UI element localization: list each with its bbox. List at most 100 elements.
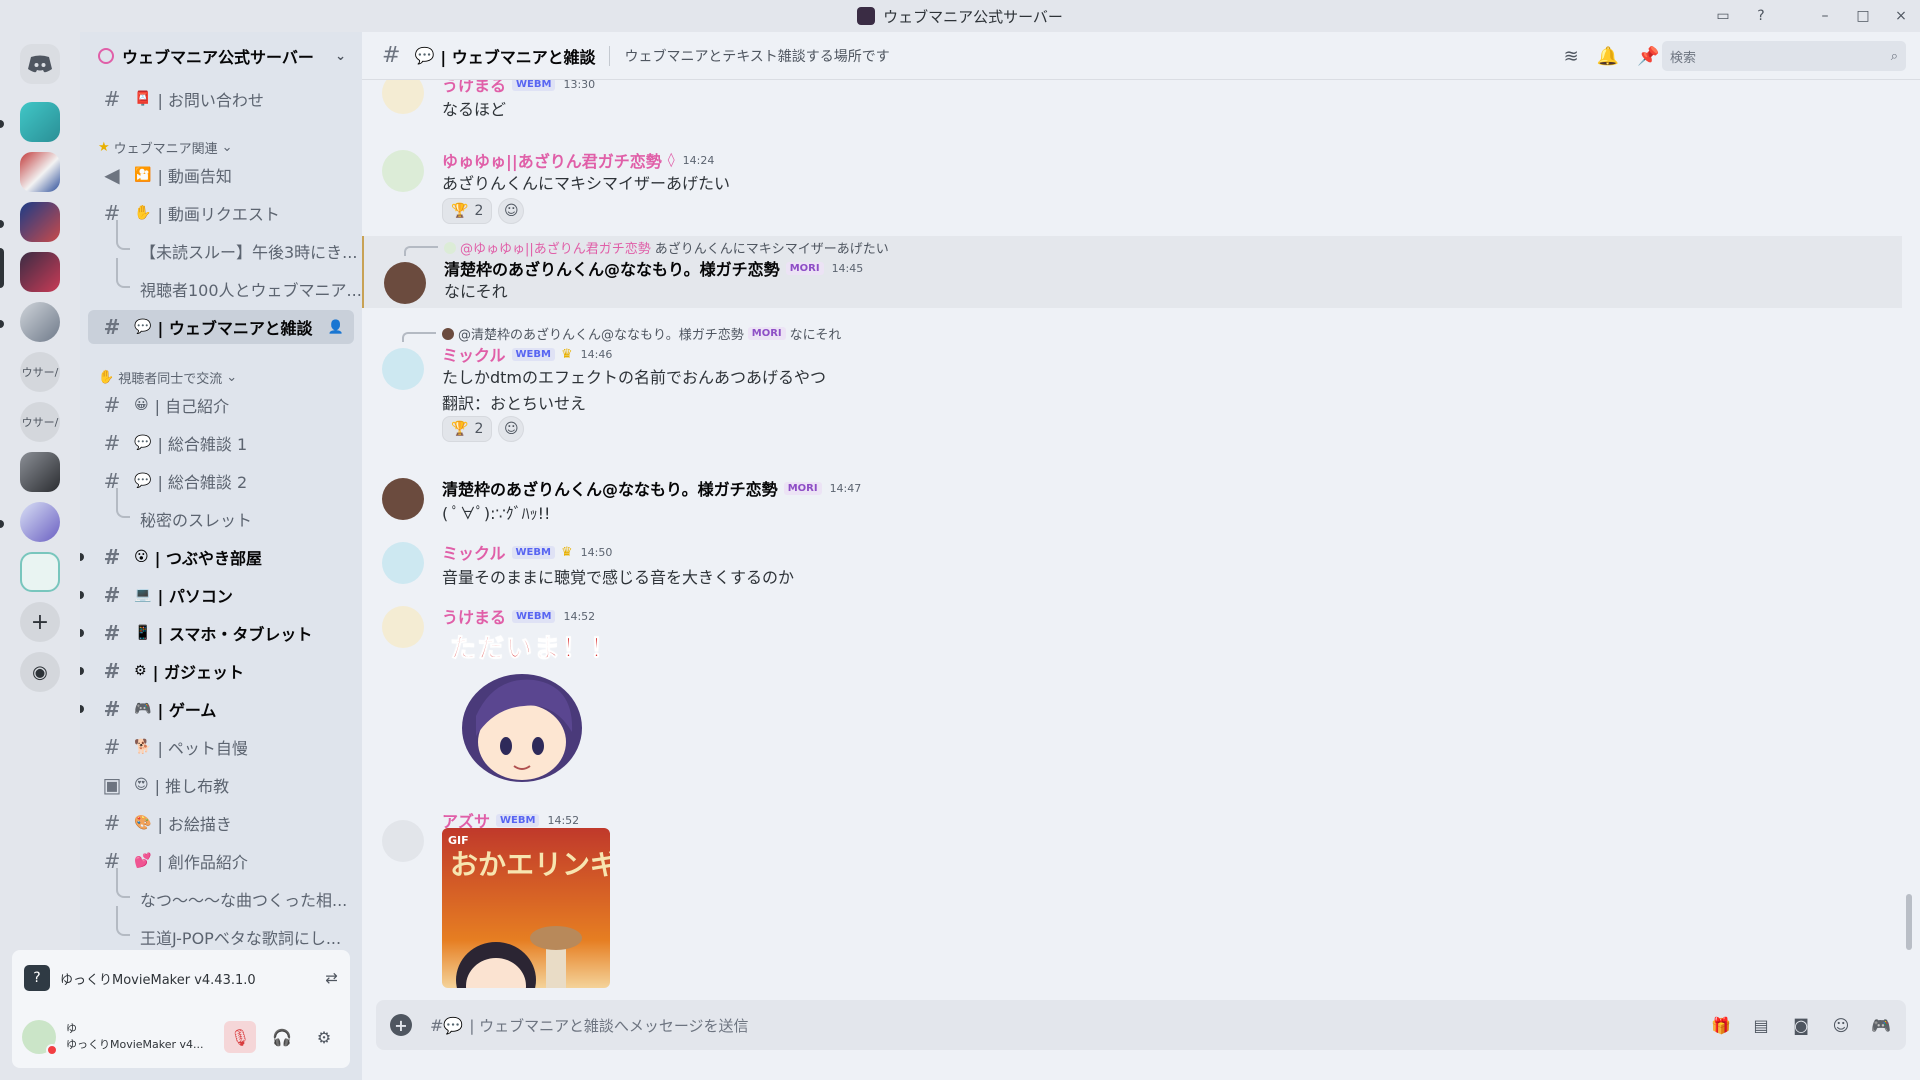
server-icon bbox=[857, 7, 876, 25]
category-viewers[interactable]: ✋ 視聴者同士で交流 ⌄ bbox=[98, 368, 237, 387]
avatar[interactable] bbox=[382, 606, 424, 648]
username[interactable]: 清楚枠のあざりんくん@ななもり。様ガチ恋勢 bbox=[444, 256, 780, 280]
server-icon-2[interactable] bbox=[20, 152, 60, 192]
hash-icon: # bbox=[103, 431, 121, 455]
headphones-icon[interactable]: 🎧 bbox=[266, 1021, 298, 1053]
explore-icon[interactable]: ◉ bbox=[20, 652, 60, 692]
server-icon-8[interactable] bbox=[20, 452, 60, 492]
user-name: ゆ bbox=[66, 1022, 77, 1035]
username[interactable]: うけまる bbox=[442, 80, 506, 96]
channel-gadget[interactable]: # ⚙ | ガジェット bbox=[80, 654, 354, 688]
message-list: うけまる WEBM 13:30 なるほど ゆゅゆゅ||あざりん君ガチ恋勢 ◊ 1… bbox=[362, 80, 1920, 1000]
username[interactable]: ミックル bbox=[442, 342, 506, 366]
message-text: たしかdtmのエフェクトの名前でおんあつあげるやつ bbox=[442, 368, 827, 387]
add-reaction-button[interactable]: ☺ bbox=[498, 198, 525, 224]
category-webmania[interactable]: ★ ウェブマニア関連 ⌄ bbox=[98, 138, 233, 157]
chat-header: # 💬 | ウェブマニアと雑談 ウェブマニアとテキスト雑談する場所です ≋ 🔔 … bbox=[362, 32, 1920, 80]
channel-topic[interactable]: ウェブマニアとテキスト雑談する場所です bbox=[624, 46, 889, 66]
thread-item[interactable]: 王道J-POPベタな歌詞にし... bbox=[88, 906, 354, 954]
invite-icon[interactable]: 👤 bbox=[328, 320, 344, 335]
channel-tweets[interactable]: # 😮 | つぶやき部屋 bbox=[80, 540, 354, 574]
channel-pc[interactable]: # 💻 | パソコン bbox=[80, 578, 354, 612]
server-icon-10[interactable] bbox=[20, 552, 60, 592]
sticker-icon[interactable]: ◙ bbox=[1790, 1016, 1812, 1035]
gif-picker-icon[interactable]: ▤ bbox=[1750, 1016, 1772, 1035]
timestamp: 14:50 bbox=[580, 545, 613, 559]
server-header[interactable]: ウェブマニア公式サーバー ⌄ bbox=[80, 32, 362, 80]
server-icon-3[interactable] bbox=[20, 202, 60, 242]
channel-general-1[interactable]: # 💬 | 総合雑談 1 bbox=[88, 426, 354, 460]
close-icon[interactable]: × bbox=[1882, 0, 1920, 32]
server-icon-text-2[interactable]: ウサー/ bbox=[20, 402, 60, 442]
avatar[interactable] bbox=[382, 478, 424, 520]
username[interactable]: ミックル bbox=[442, 540, 506, 564]
timestamp: 14:52 bbox=[563, 609, 596, 623]
channel-game[interactable]: # 🎮 | ゲーム bbox=[80, 692, 354, 726]
reaction[interactable]: 🏆 2 bbox=[442, 416, 493, 442]
avatar[interactable] bbox=[382, 150, 424, 192]
channel-pets[interactable]: # 🐕 | ペット自慢 bbox=[88, 730, 354, 764]
channel-self-intro[interactable]: # 😀 | 自己紹介 bbox=[88, 388, 354, 422]
gear-icon[interactable]: ⚙ bbox=[308, 1021, 340, 1053]
threads-icon[interactable]: ≋ bbox=[1564, 46, 1579, 67]
inbox-icon[interactable]: ▭ bbox=[1704, 0, 1742, 32]
hash-icon: # bbox=[103, 697, 121, 721]
user-status: ゆっくりMovieMaker v4... bbox=[66, 1038, 204, 1051]
reply-preview[interactable]: @ゆゅゆゅ||あざりん君ガチ恋勢 あざりんくんにマキシマイザーあげたい bbox=[444, 238, 889, 257]
message: @ゆゅゆゅ||あざりん君ガチ恋勢 あざりんくんにマキシマイザーあげたい 清楚枠の… bbox=[362, 236, 1902, 308]
avatar[interactable] bbox=[382, 542, 424, 584]
server-icon-1[interactable] bbox=[20, 102, 60, 142]
thread-item[interactable]: 視聴者100人とウェブマニア... bbox=[88, 258, 362, 306]
user-info[interactable]: ゆ ゆっくりMovieMaker v4... bbox=[66, 1021, 214, 1053]
server-icon-text-1[interactable]: ウサー/ bbox=[20, 352, 60, 392]
avatar[interactable] bbox=[384, 262, 426, 304]
channel-drawing[interactable]: # 🎨 | お絵描き bbox=[88, 806, 354, 840]
avatar[interactable] bbox=[382, 80, 424, 114]
message-composer[interactable]: + #💬 | ウェブマニアと雑談へメッセージを送信 🎁 ▤ ◙ ☺ 🎮 bbox=[376, 1000, 1906, 1050]
activity-share-icon[interactable]: ⇄ bbox=[325, 969, 338, 987]
bell-icon[interactable]: 🔔 bbox=[1597, 46, 1619, 67]
server-icon-5[interactable] bbox=[20, 302, 60, 342]
help-icon[interactable]: ? bbox=[1742, 0, 1780, 32]
message-text: 音量そのままに聴覚で感じる音を大きくするのか bbox=[442, 568, 795, 587]
avatar[interactable] bbox=[382, 348, 424, 390]
search-input[interactable]: 検索 ⌕ bbox=[1662, 41, 1906, 71]
upload-plus-icon[interactable]: + bbox=[390, 1014, 412, 1036]
sticker-character-image[interactable] bbox=[454, 666, 594, 786]
emoji-icon[interactable]: ☺ bbox=[1830, 1016, 1852, 1035]
mute-mic-icon[interactable]: 🎙 bbox=[224, 1021, 256, 1053]
server-icon-webmania[interactable] bbox=[20, 252, 60, 292]
reaction[interactable]: 🏆 2 bbox=[442, 198, 493, 224]
role-tag: MORI bbox=[783, 481, 822, 495]
gift-icon[interactable]: 🎁 bbox=[1710, 1016, 1732, 1035]
message-scrollbar[interactable] bbox=[1906, 894, 1912, 950]
server-icon-9[interactable] bbox=[20, 502, 60, 542]
add-reaction-button[interactable]: ☺ bbox=[498, 416, 525, 442]
home-button[interactable] bbox=[20, 44, 60, 84]
crown-icon: ♛ bbox=[560, 544, 573, 560]
minimize-icon[interactable]: – bbox=[1806, 0, 1844, 32]
username[interactable]: うけまる bbox=[442, 604, 506, 628]
timestamp: 14:46 bbox=[580, 347, 613, 361]
channel-smartphone[interactable]: # 📱 | スマホ・タブレット bbox=[80, 616, 354, 650]
channel-video-announce[interactable]: ◀ 🎦 | 動画告知 bbox=[88, 158, 354, 192]
gif-attachment[interactable]: GIF おかエリンギ bbox=[442, 828, 610, 988]
username[interactable]: 清楚枠のあざりんくん@ななもり。様ガチ恋勢 bbox=[442, 476, 778, 500]
avatar[interactable] bbox=[382, 820, 424, 862]
channel-webmania-chat[interactable]: # 💬 | ウェブマニアと雑談 👤 bbox=[88, 310, 354, 344]
role-tag: WEBM bbox=[512, 609, 556, 623]
avatar[interactable] bbox=[22, 1020, 58, 1056]
activity-panel: ? ゆっくりMovieMaker v4.43.1.0 ⇄ bbox=[12, 950, 350, 1006]
reaction-emoji-icon: 🏆 bbox=[451, 203, 469, 219]
message-input[interactable]: | ウェブマニアと雑談へメッセージを送信 bbox=[469, 1015, 748, 1036]
maximize-icon[interactable]: □ bbox=[1844, 0, 1882, 32]
reply-preview[interactable]: @清楚枠のあざりんくん@ななもり。様ガチ恋勢 MORI なにそれ bbox=[442, 324, 841, 343]
username[interactable]: ゆゅゆゅ||あざりん君ガチ恋勢 bbox=[442, 148, 662, 172]
apps-icon[interactable]: 🎮 bbox=[1870, 1016, 1892, 1035]
thread-item[interactable]: 秘密のスレット bbox=[88, 488, 354, 536]
channel-oshi[interactable]: ▣ 😍 | 推し布教 bbox=[88, 768, 354, 802]
add-server-icon[interactable]: + bbox=[20, 602, 60, 642]
pin-icon[interactable]: 📌 bbox=[1637, 46, 1659, 67]
message-text: あざりんくんにマキシマイザーあげたい bbox=[442, 174, 731, 193]
channel-inquiry[interactable]: # 📮 | お問い合わせ bbox=[88, 82, 354, 116]
